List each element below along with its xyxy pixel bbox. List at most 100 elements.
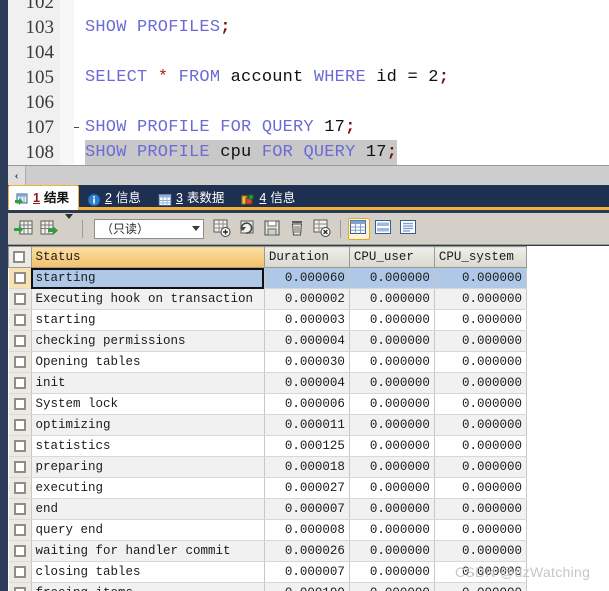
scrollbar-thumb[interactable] (46, 166, 186, 185)
cell-duration[interactable]: 0.000199 (264, 582, 350, 591)
row-select-cell[interactable] (8, 540, 32, 562)
cell-cpu-user[interactable]: 0.000000 (349, 267, 435, 289)
cell-cpu-system[interactable]: 0.000000 (434, 330, 528, 352)
cell-duration[interactable]: 0.000018 (264, 456, 350, 478)
row-checkbox[interactable] (13, 461, 26, 473)
cell-status[interactable]: init (31, 372, 265, 394)
row-checkbox[interactable] (13, 377, 26, 389)
cell-cpu-user[interactable]: 0.000000 (349, 582, 435, 591)
cell-status[interactable]: checking permissions (31, 330, 265, 352)
code-text[interactable]: SHOW PROFILES; (85, 15, 231, 40)
cell-duration[interactable]: 0.000060 (264, 267, 350, 289)
code-text[interactable]: SHOW PROFILE FOR QUERY 17; (85, 115, 355, 140)
cell-cpu-system[interactable]: 0.000000 (434, 288, 528, 310)
refresh-record-button[interactable] (236, 218, 258, 240)
cell-status[interactable]: Executing hook on transaction (31, 288, 265, 310)
cell-duration[interactable]: 0.000004 (264, 372, 350, 394)
export-dropdown-button[interactable] (63, 213, 75, 240)
row-select-cell[interactable] (8, 435, 32, 457)
cell-cpu-system[interactable]: 0.000000 (434, 582, 528, 591)
cell-status[interactable]: executing (31, 477, 265, 499)
cell-status[interactable]: System lock (31, 393, 265, 415)
cell-cpu-user[interactable]: 0.000000 (349, 435, 435, 457)
table-row[interactable]: optimizing 0.000011 0.000000 0.000000 (8, 414, 528, 436)
cell-duration[interactable]: 0.000004 (264, 330, 350, 352)
scroll-left-arrow-icon[interactable]: ‹ (8, 166, 26, 185)
cancel-changes-button[interactable] (311, 218, 333, 240)
cell-duration[interactable]: 0.000007 (264, 561, 350, 583)
select-all-header[interactable] (8, 246, 32, 268)
row-select-cell[interactable] (8, 330, 32, 352)
cell-cpu-user[interactable]: 0.000000 (349, 519, 435, 541)
code-text[interactable]: SHOW PROFILE cpu FOR QUERY 17; (85, 140, 398, 165)
table-row[interactable]: query end 0.000008 0.000000 0.000000 (8, 519, 528, 541)
tab-4[interactable]: 4 信息 (235, 185, 304, 210)
cell-status[interactable]: statistics (31, 435, 265, 457)
delete-record-button[interactable] (286, 218, 308, 240)
result-tab-strip[interactable]: 1 结果 2 信息 3 表数据 4 信息 (8, 185, 609, 210)
row-checkbox[interactable] (13, 272, 26, 284)
cell-cpu-system[interactable]: 0.000000 (434, 372, 528, 394)
add-record-button[interactable] (211, 218, 233, 240)
cell-status[interactable]: starting (31, 267, 265, 289)
table-row[interactable]: end 0.000007 0.000000 0.000000 (8, 498, 528, 520)
fold-column[interactable] (60, 115, 74, 140)
fold-column[interactable] (60, 140, 74, 165)
cell-cpu-user[interactable]: 0.000000 (349, 309, 435, 331)
cell-cpu-user[interactable]: 0.000000 (349, 288, 435, 310)
row-select-cell[interactable] (8, 414, 32, 436)
editor-line[interactable]: 106 (8, 90, 609, 115)
row-select-cell[interactable] (8, 498, 32, 520)
table-row[interactable]: preparing 0.000018 0.000000 0.000000 (8, 456, 528, 478)
column-header-cpu_system[interactable]: CPU_system (434, 246, 528, 268)
row-select-cell[interactable] (8, 267, 32, 289)
cell-cpu-user[interactable]: 0.000000 (349, 414, 435, 436)
fold-column[interactable] (60, 65, 74, 90)
cell-cpu-system[interactable]: 0.000000 (434, 477, 528, 499)
fold-column[interactable] (60, 15, 74, 40)
form-view-button[interactable] (373, 218, 395, 240)
cell-cpu-user[interactable]: 0.000000 (349, 330, 435, 352)
apply-changes-button[interactable] (261, 218, 283, 240)
fold-column[interactable] (60, 40, 74, 65)
cell-cpu-system[interactable]: 0.000000 (434, 414, 528, 436)
table-row[interactable]: starting 0.000060 0.000000 0.000000 (8, 267, 528, 289)
cell-cpu-user[interactable]: 0.000000 (349, 540, 435, 562)
column-header-cpu_user[interactable]: CPU_user (349, 246, 435, 268)
cell-cpu-user[interactable]: 0.000000 (349, 393, 435, 415)
row-checkbox[interactable] (13, 503, 26, 515)
row-checkbox[interactable] (13, 482, 26, 494)
cell-duration[interactable]: 0.000008 (264, 519, 350, 541)
grid-mode-select[interactable]: （只读） (94, 218, 204, 239)
cell-duration[interactable]: 0.000002 (264, 288, 350, 310)
cell-cpu-system[interactable]: 0.000000 (434, 267, 528, 289)
cell-duration[interactable]: 0.000006 (264, 393, 350, 415)
row-select-cell[interactable] (8, 393, 32, 415)
row-checkbox[interactable] (13, 440, 26, 452)
editor-line[interactable]: 104 (8, 40, 609, 65)
fold-column[interactable] (60, 0, 74, 15)
table-row[interactable]: freeing items0.0001990.0000000.000000 (8, 582, 528, 591)
row-checkbox[interactable] (13, 314, 26, 326)
cell-duration[interactable]: 0.000030 (264, 351, 350, 373)
cell-duration[interactable]: 0.000003 (264, 309, 350, 331)
row-checkbox[interactable] (13, 524, 26, 536)
row-select-cell[interactable] (8, 477, 32, 499)
editor-horizontal-scrollbar[interactable]: ‹ (8, 165, 609, 185)
table-row[interactable]: System lock 0.000006 0.000000 0.000000 (8, 393, 528, 415)
editor-line[interactable]: 108 SHOW PROFILE cpu FOR QUERY 17; (8, 140, 609, 165)
editor-line[interactable]: 102 (8, 0, 609, 15)
row-select-cell[interactable] (8, 372, 32, 394)
cell-cpu-system[interactable]: 0.000000 (434, 351, 528, 373)
table-row[interactable]: checking permissions 0.000004 0.000000 0.00… (8, 330, 528, 352)
table-row[interactable]: Opening tables 0.000030 0.000000 0.000000 (8, 351, 528, 373)
cell-cpu-system[interactable]: 0.000000 (434, 519, 528, 541)
row-select-cell[interactable] (8, 456, 32, 478)
cell-cpu-system[interactable]: 0.000000 (434, 393, 528, 415)
tab-1[interactable]: 1 结果 (8, 185, 79, 210)
table-row[interactable]: init 0.000004 0.000000 0.000000 (8, 372, 528, 394)
row-select-cell[interactable] (8, 351, 32, 373)
sql-editor[interactable]: 102 103 SHOW PROFILES; 104 105 SELECT * FROM … (8, 0, 609, 165)
editor-line[interactable]: 103 SHOW PROFILES; (8, 15, 609, 40)
cell-cpu-system[interactable]: 0.000000 (434, 309, 528, 331)
